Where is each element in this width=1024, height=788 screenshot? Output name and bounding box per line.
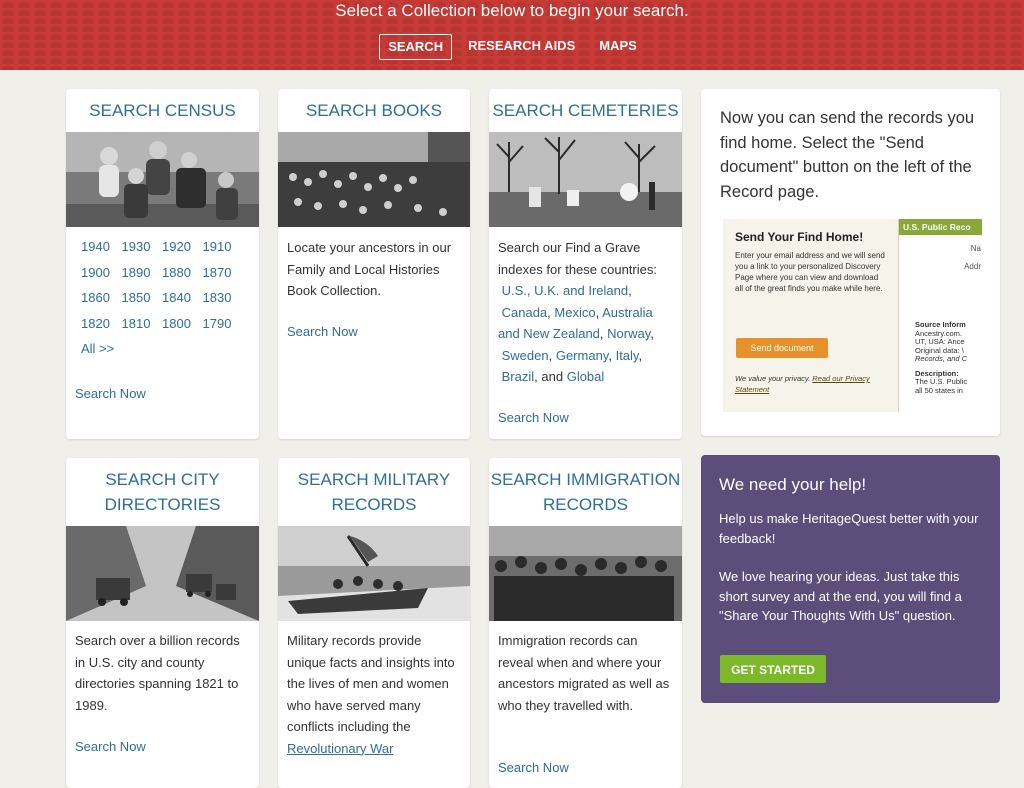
city-description: Search over a billion records in U.S. ci… [75, 633, 240, 713]
census-year-link[interactable]: 1790 [203, 316, 244, 331]
snap-privacy: We value your privacy. Read our Privacy … [735, 373, 885, 395]
military-title-line: RECORDS [331, 495, 417, 514]
snap-body: Enter your email address and we will sen… [735, 251, 885, 293]
military-title[interactable]: SEARCH MILITARY RECORDS [278, 467, 470, 517]
immigration-engraving [489, 526, 682, 621]
books-crowd-photo [278, 132, 470, 227]
census-year-link[interactable]: 1800 [162, 316, 203, 331]
cemeteries-title[interactable]: SEARCH CEMETERIES [489, 98, 682, 123]
city-directories-card: SEARCH CITY DIRECTORIES Search over a bi… [66, 458, 259, 788]
census-year-link[interactable]: 1830 [203, 290, 244, 305]
get-started-button[interactable]: GET STARTED [720, 655, 826, 683]
city-search-now[interactable]: Search Now [75, 739, 146, 754]
nav-research-aids[interactable]: RESEARCH AIDS [460, 34, 583, 60]
military-painting [278, 526, 470, 621]
immigration-description: Immigration records can reveal when and … [498, 633, 670, 713]
country-link-germany[interactable]: Germany [556, 348, 609, 363]
snap-source-line: Records, and C [915, 354, 968, 363]
census-year-link[interactable]: 1870 [203, 265, 244, 280]
country-link-norway[interactable]: Norway [607, 326, 650, 341]
census-year-link[interactable]: 1900 [81, 265, 122, 280]
country-link-global[interactable]: Global [567, 369, 605, 384]
military-title-line: SEARCH MILITARY [297, 470, 451, 489]
city-street-photo [66, 526, 259, 621]
books-search-now[interactable]: Search Now [287, 324, 358, 339]
city-title[interactable]: SEARCH CITY DIRECTORIES [66, 467, 259, 517]
census-year-link[interactable]: 1920 [162, 239, 203, 254]
cemeteries-intro: Search our Find a Grave indexes for thes… [498, 240, 657, 277]
census-year-link[interactable]: 1940 [81, 239, 122, 254]
collection-nav: SEARCH RESEARCH AIDS MAPS [0, 34, 1024, 60]
snap-send-button: Send document [736, 338, 828, 358]
census-year-link[interactable]: 1910 [203, 239, 244, 254]
census-year-link[interactable]: 1850 [122, 290, 163, 305]
snap-desc-line: all 50 states in [915, 385, 963, 395]
snap-send-panel: Send Your Find Home! Enter your email ad… [725, 219, 895, 412]
city-title-line: DIRECTORIES [104, 495, 221, 514]
immigration-title[interactable]: SEARCH IMMIGRATION RECORDS [489, 467, 682, 517]
nav-maps[interactable]: MAPS [591, 34, 645, 60]
census-search-now[interactable]: Search Now [75, 386, 146, 401]
snap-record-panel: U.S. Public Reco Na Addr Source Inform A… [898, 219, 982, 412]
country-link-canada[interactable]: Canada [502, 305, 548, 320]
banner-headline: Select a Collection below to begin your … [335, 1, 689, 20]
city-title-line: SEARCH CITY [105, 470, 220, 489]
immigration-search-now[interactable]: Search Now [498, 760, 569, 775]
census-title[interactable]: SEARCH CENSUS [66, 98, 259, 123]
census-all-link[interactable]: All >> [81, 341, 114, 356]
country-link-brazil[interactable]: Brazil [502, 369, 535, 384]
military-text: Military records provide unique facts an… [287, 633, 455, 734]
books-description: Locate your ancestors in our Family and … [287, 240, 452, 298]
feedback-panel: We need your help! Help us make Heritage… [701, 455, 1000, 703]
snap-heading: Send Your Find Home! [735, 230, 864, 244]
military-description: Military records provide unique facts an… [287, 630, 462, 759]
snap-record-title: U.S. Public Reco [899, 219, 982, 235]
census-year-link[interactable]: 1930 [122, 239, 163, 254]
feedback-title: We need your help! [719, 475, 867, 494]
books-title[interactable]: SEARCH BOOKS [278, 98, 470, 123]
promo-text: Now you can send the records you find ho… [720, 109, 975, 201]
books-card: SEARCH BOOKS Locate your ancestors in ou… [278, 89, 470, 439]
cemeteries-search-now[interactable]: Search Now [498, 410, 569, 425]
military-card: SEARCH MILITARY RECORDS Military records… [278, 458, 470, 788]
cemeteries-card: SEARCH CEMETERIES Search our Find a Grav… [489, 89, 682, 439]
immigration-title-line: RECORDS [542, 495, 628, 514]
and-word: and [541, 369, 564, 384]
census-year-link[interactable]: 1810 [122, 316, 163, 331]
nav-search[interactable]: SEARCH [379, 34, 453, 60]
snap-name-label: Na [970, 244, 981, 253]
country-link-us-uk-ireland[interactable]: U.S., U.K. and Ireland [502, 283, 628, 298]
cemeteries-description: Search our Find a Grave indexes for thes… [498, 240, 657, 384]
send-home-screenshot: Send Your Find Home! Enter your email ad… [723, 219, 982, 412]
census-card: SEARCH CENSUS 1940 1930 1920 1910 1900 1890 1… [66, 89, 259, 439]
cemetery-photo [489, 132, 682, 227]
census-year-link[interactable]: 1840 [162, 290, 203, 305]
send-home-promo: Now you can send the records you find ho… [701, 89, 1000, 436]
top-banner: Select a Collection below to begin your … [0, 0, 1024, 70]
snap-privacy-text: We value your privacy. [735, 374, 811, 383]
snap-addr-label: Addr [964, 262, 981, 271]
census-family-photo [66, 132, 259, 227]
feedback-body: We love hearing your ideas. Just take th… [719, 569, 962, 623]
immigration-title-line: SEARCH IMMIGRATION [490, 470, 681, 489]
census-year-link[interactable]: 1860 [81, 290, 122, 305]
census-year-link[interactable]: 1890 [122, 265, 163, 280]
country-link-mexico[interactable]: Mexico [554, 305, 595, 320]
revolutionary-war-link[interactable]: Revolutionary War [287, 741, 393, 756]
country-link-italy[interactable]: Italy [616, 348, 639, 363]
snap-source: Source Inform Ancestry.com. UT, USA: Anc… [915, 321, 982, 395]
immigration-card: SEARCH IMMIGRATION RECORDS Immigration r… [489, 458, 682, 788]
country-link-sweden[interactable]: Sweden [502, 348, 549, 363]
census-year-link[interactable]: 1820 [81, 316, 122, 331]
census-year-grid: 1940 1930 1920 1910 1900 1890 1880 1870 1860 18… [81, 239, 243, 367]
census-year-link[interactable]: 1880 [162, 265, 203, 280]
feedback-intro: Help us make HeritageQuest better with y… [719, 511, 979, 546]
